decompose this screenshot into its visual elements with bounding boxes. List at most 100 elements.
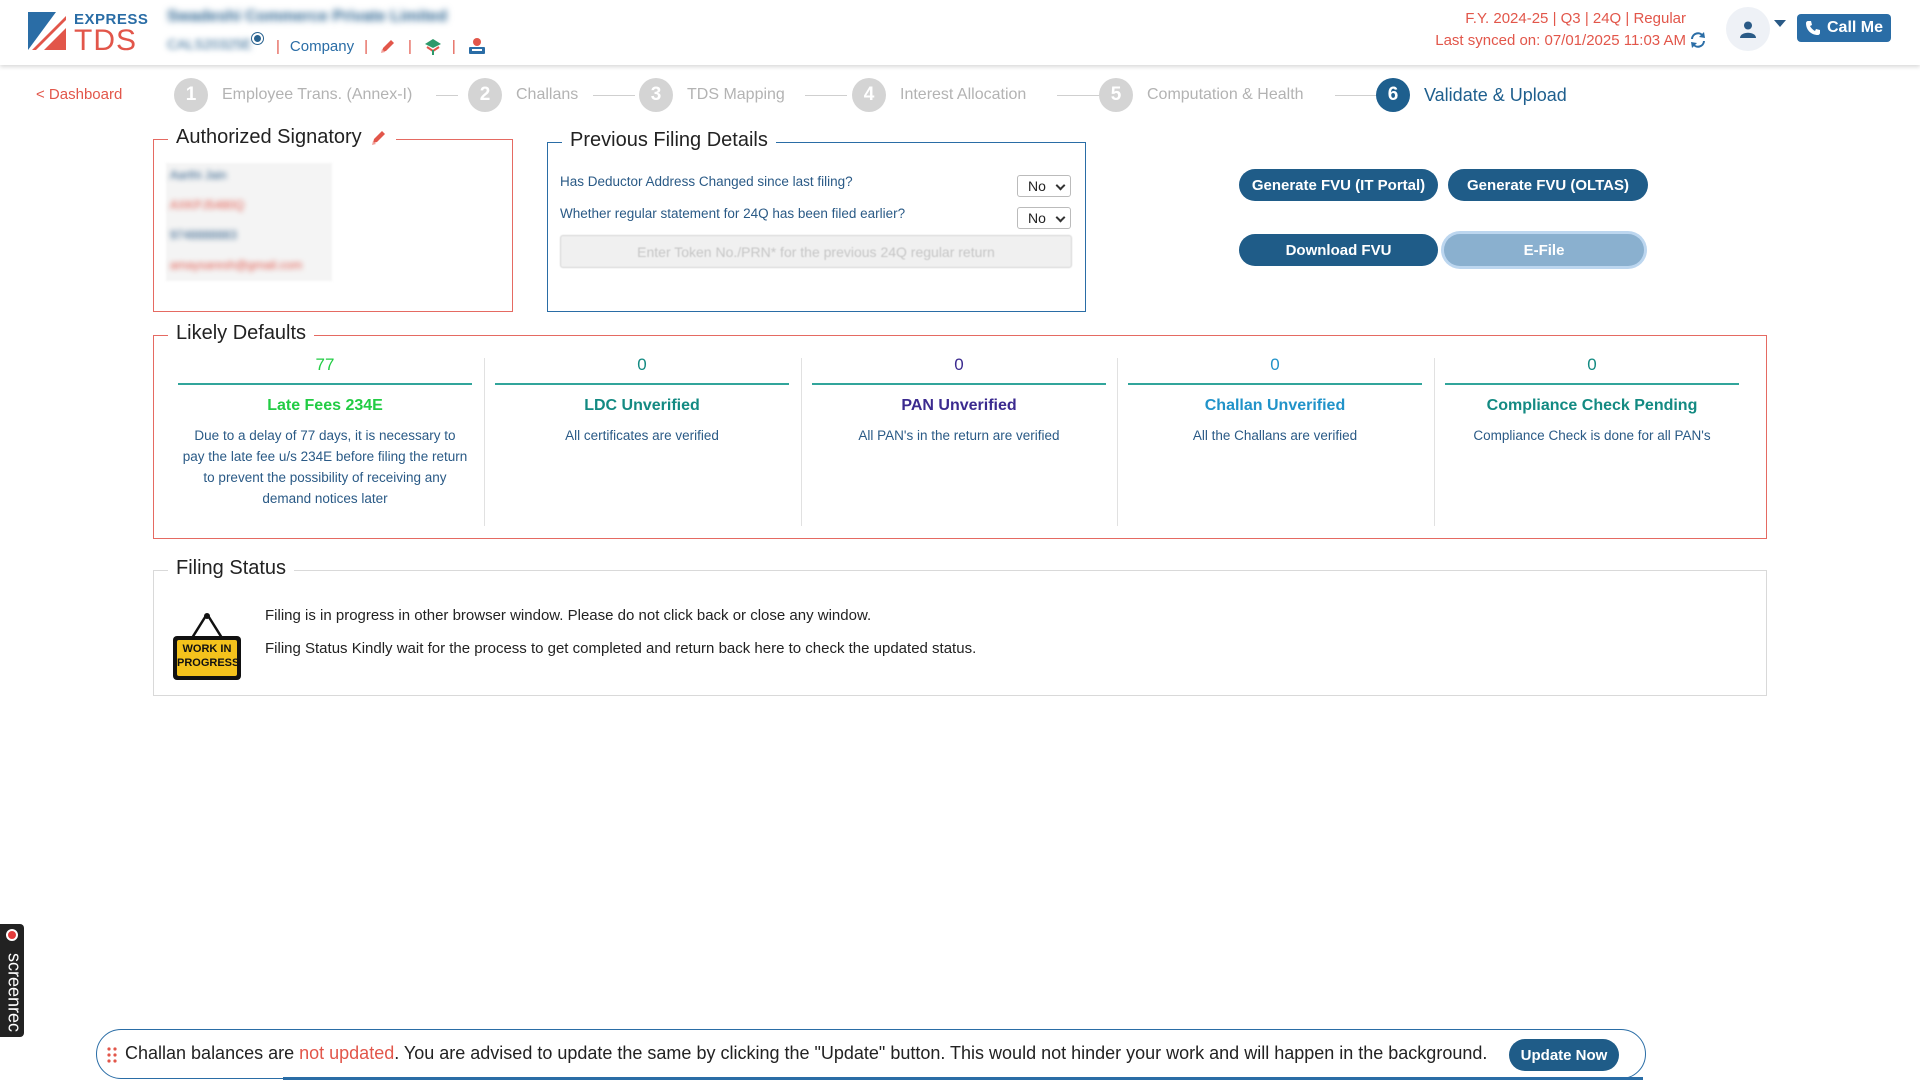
separator: |	[364, 37, 369, 55]
update-now-button[interactable]: Update Now	[1509, 1039, 1619, 1071]
filing-status-title: Filing Status	[168, 557, 295, 580]
company-link[interactable]: Company	[290, 38, 354, 55]
company-name: Swadeshi Commerce Private Limited	[167, 8, 448, 25]
user-avatar-button[interactable]	[1726, 7, 1770, 51]
default-late-fees[interactable]: 77 Late Fees 234E Due to a delay of 77 d…	[178, 355, 472, 509]
logo-tds-text: TDS	[74, 24, 137, 57]
separator: |	[451, 37, 456, 55]
generate-fvu-oltas-button[interactable]: Generate FVU (OLTAS)	[1448, 169, 1648, 201]
top-header: EXPRESS TDS Swadeshi Commerce Private Li…	[0, 0, 1920, 65]
step-number: 5	[1099, 78, 1133, 112]
address-changed-value: No	[1028, 178, 1046, 194]
step-tds-mapping[interactable]: 3 TDS Mapping	[639, 78, 785, 112]
step-validate-upload[interactable]: 6 Validate & Upload	[1376, 78, 1567, 112]
chevron-down-icon	[1055, 212, 1066, 223]
default-value: 0	[1270, 355, 1280, 374]
user-certificate-icon[interactable]	[466, 36, 486, 56]
chevron-down-icon	[1055, 180, 1066, 191]
challan-update-notice: Challan balances are not updated. You ar…	[96, 1029, 1646, 1080]
step-number: 6	[1376, 78, 1410, 112]
regular-statement-select[interactable]: No	[1017, 207, 1071, 229]
likely-defaults-title: Likely Defaults	[168, 322, 315, 345]
previous-filing-title: Previous Filing Details	[562, 129, 776, 152]
fy-quarter-info: F.Y. 2024-25 | Q3 | 24Q | Regular	[1465, 10, 1686, 27]
generate-fvu-it-portal-button[interactable]: Generate FVU (IT Portal)	[1239, 169, 1438, 201]
default-value: 0	[637, 355, 647, 374]
back-to-dashboard-link[interactable]: < Dashboard	[36, 86, 122, 103]
signatory-name: Aarthi Jain	[170, 168, 227, 182]
filing-status-panel: Filing Status	[153, 557, 1767, 696]
default-ldc-unverified[interactable]: 0 LDC Unverified All certificates are ve…	[495, 355, 789, 446]
last-synced-text: Last synced on: 07/01/2025 11:03 AM	[1435, 32, 1686, 49]
step-computation-health[interactable]: 5 Computation & Health	[1099, 78, 1304, 112]
default-description: Compliance Check is done for all PAN's	[1473, 428, 1711, 443]
default-title: Compliance Check Pending	[1486, 397, 1698, 414]
drag-grip-icon[interactable]	[107, 1047, 117, 1063]
filing-status-line-1: Filing is in progress in other browser w…	[265, 607, 872, 624]
download-fvu-button[interactable]: Download FVU	[1239, 234, 1438, 266]
step-interest-allocation[interactable]: 4 Interest Allocation	[852, 78, 1026, 112]
default-value: 0	[1587, 355, 1597, 374]
authorized-signatory-title: Authorized Signatory	[176, 126, 362, 148]
default-title: Late Fees 234E	[267, 397, 383, 414]
default-divider	[812, 383, 1106, 385]
default-divider	[178, 383, 472, 385]
chevron-down-icon[interactable]	[1774, 20, 1786, 27]
column-divider	[1434, 358, 1435, 526]
phone-icon	[1805, 21, 1820, 35]
screenrec-label: screenrec	[4, 952, 25, 1033]
step-number: 2	[468, 78, 502, 112]
step-number: 3	[639, 78, 673, 112]
step-challans[interactable]: 2 Challans	[468, 78, 578, 112]
default-value: 0	[954, 355, 964, 374]
previous-filing-panel: Previous Filing Details	[547, 129, 1086, 312]
express-tds-logo[interactable]: EXPRESS TDS	[26, 10, 148, 57]
notice-highlight: not updated	[299, 1043, 395, 1063]
step-label: Challans	[516, 86, 579, 103]
step-label: TDS Mapping	[687, 86, 785, 103]
notice-text-pre: Challan balances are	[125, 1043, 300, 1063]
address-changed-select[interactable]: No	[1017, 175, 1071, 197]
default-description: All PAN's in the return are verified	[858, 428, 1060, 443]
regular-statement-question: Whether regular statement for 24Q has be…	[560, 206, 906, 221]
default-description: Due to a delay of 77 days, it is necessa…	[182, 428, 468, 506]
step-label: Employee Trans. (Annex-I)	[222, 86, 413, 103]
signatory-email: amaysaresh@gmail.com	[170, 258, 303, 272]
screenrec-widget[interactable]: screenrec	[0, 924, 25, 1037]
filing-status-line-2: Filing Status Kindly wait for the proces…	[265, 640, 977, 657]
token-prn-input[interactable]: Enter Token No./PRN* for the previous 24…	[560, 235, 1072, 268]
step-employee-trans[interactable]: 1 Employee Trans. (Annex-I)	[174, 78, 412, 112]
address-changed-question: Has Deductor Address Changed since last …	[560, 174, 853, 189]
column-divider	[801, 358, 802, 526]
default-challan-unverified[interactable]: 0 Challan Unverified All the Challans ar…	[1128, 355, 1422, 446]
tree-icon[interactable]	[422, 36, 442, 56]
wip-sign-text: WORK IN PROGRESS	[177, 642, 239, 670]
default-description: All certificates are verified	[565, 428, 719, 443]
default-title: PAN Unverified	[901, 397, 1017, 414]
notice-message: Challan balances are not updated. You ar…	[125, 1043, 1487, 1064]
e-file-button[interactable]: E-File	[1444, 234, 1644, 266]
column-divider	[484, 358, 485, 526]
notice-text-post: . You are advised to update the same by …	[394, 1043, 1488, 1063]
default-title: LDC Unverified	[584, 397, 700, 414]
call-me-label: Call Me	[1826, 19, 1883, 36]
default-description: All the Challans are verified	[1192, 428, 1358, 443]
header-links: | Company | | |	[276, 36, 486, 56]
work-in-progress-sign-icon: WORK IN PROGRESS	[170, 612, 244, 682]
step-number: 1	[174, 78, 208, 112]
edit-signatory-icon[interactable]	[370, 129, 388, 147]
default-pan-unverified[interactable]: 0 PAN Unverified All PAN's in the return…	[812, 355, 1106, 446]
signatory-phone: 9748888883	[170, 228, 237, 242]
step-number: 4	[852, 78, 886, 112]
default-compliance-check[interactable]: 0 Compliance Check Pending Compliance Ch…	[1445, 355, 1739, 446]
separator: |	[276, 37, 280, 55]
user-icon	[1740, 21, 1756, 38]
step-label: Validate & Upload	[1424, 84, 1567, 105]
logo-mark-icon	[28, 12, 66, 50]
call-me-button[interactable]: Call Me	[1797, 14, 1891, 42]
signatory-pan: AXKPJ5480Q	[170, 198, 245, 212]
edit-pencil-icon[interactable]	[378, 36, 398, 56]
column-divider	[1117, 358, 1118, 526]
default-title: Challan Unverified	[1204, 397, 1346, 414]
refresh-icon[interactable]	[1689, 31, 1707, 49]
